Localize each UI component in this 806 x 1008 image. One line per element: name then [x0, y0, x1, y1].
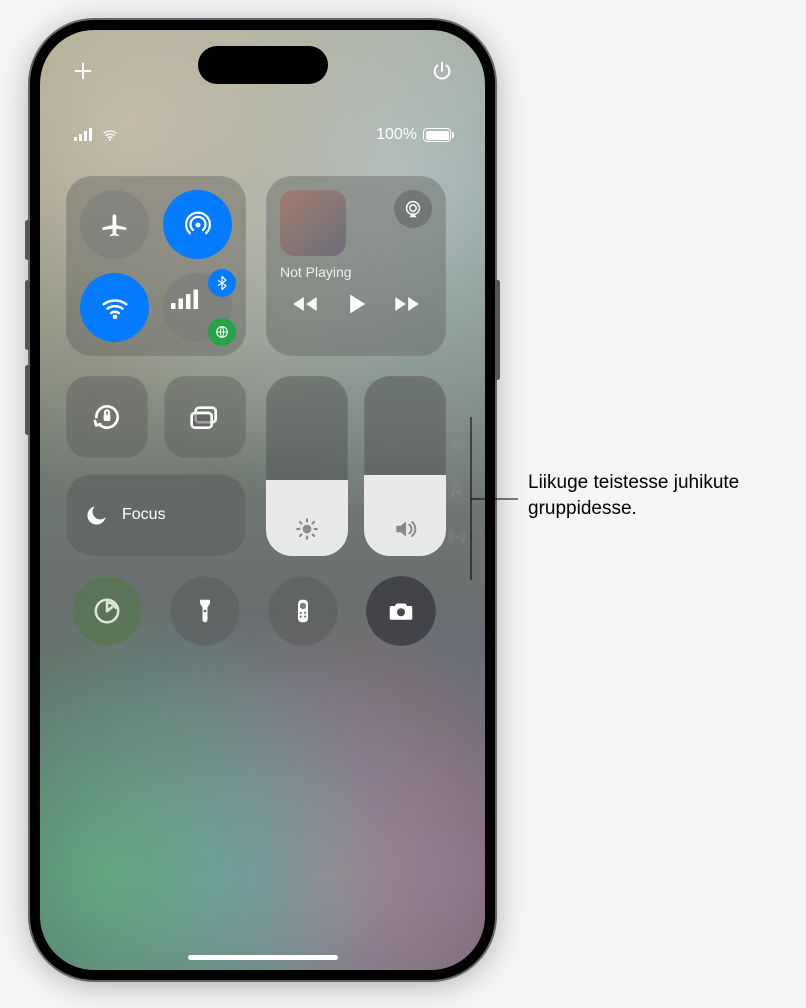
callout-text: Liikuge teistesse juhikute gruppidesse.	[528, 470, 806, 521]
